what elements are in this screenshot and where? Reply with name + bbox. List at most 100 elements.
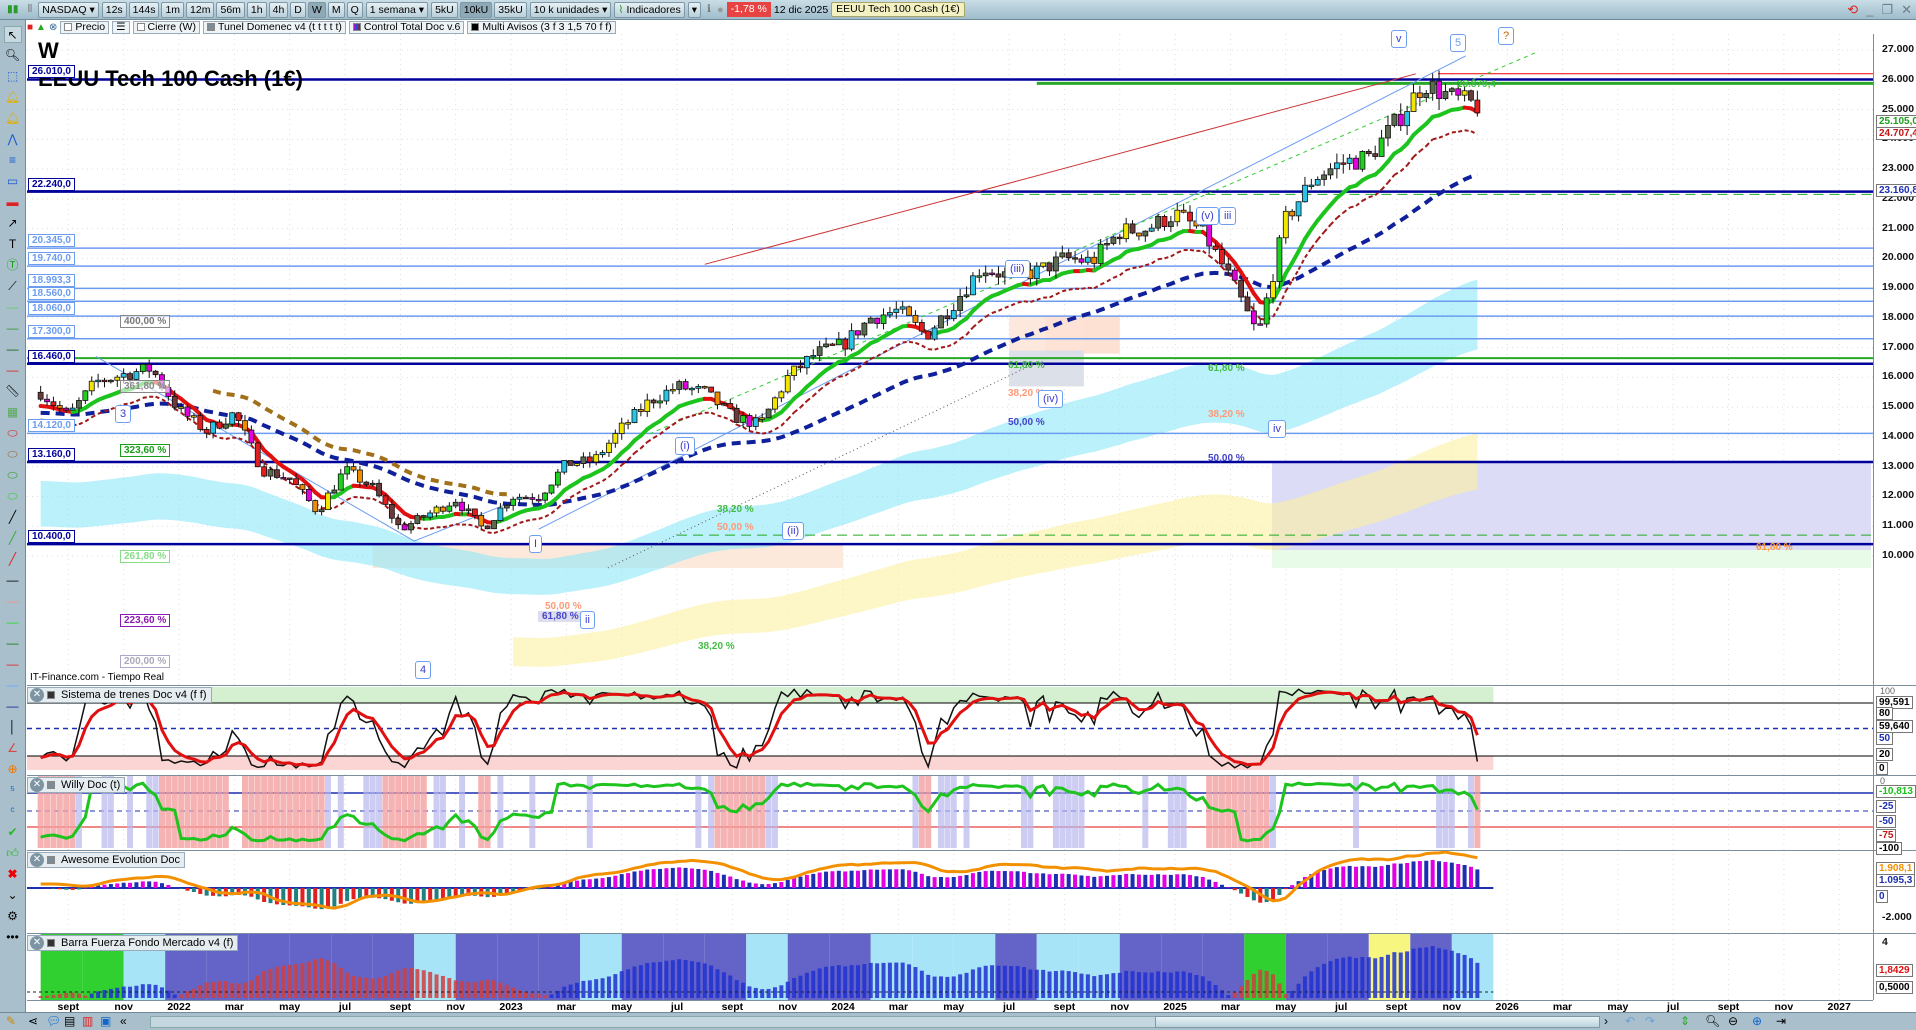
line-salmon-icon[interactable]: —	[4, 593, 22, 610]
delete-series-icon[interactable]: ■	[27, 22, 33, 33]
link-icon[interactable]: ⦀	[25, 2, 36, 18]
trendline-red-icon[interactable]: ╱	[4, 551, 22, 568]
zoom-out-icon[interactable]: ⊖	[1728, 1014, 1738, 1028]
arrow-icon[interactable]: ↗	[4, 215, 22, 232]
ellipse-brown-icon[interactable]: ⬭	[4, 446, 22, 463]
legend-price[interactable]: Precio	[60, 21, 110, 34]
line-green-icon[interactable]: —	[4, 635, 22, 652]
hline-red-icon[interactable]: —	[4, 362, 22, 379]
autoscale-icon[interactable]: ⇕	[1680, 1014, 1690, 1028]
close-panel-icon[interactable]: ✕	[30, 688, 44, 702]
expand-tools-icon[interactable]: ⌄	[4, 887, 22, 904]
report-icon[interactable]: ▤	[64, 1014, 75, 1028]
zoom-fit-icon[interactable]: 🔍︎	[1705, 1014, 1720, 1028]
indicators-dropdown[interactable]: ▾	[687, 1, 702, 18]
alert-bell-edit-icon[interactable]: 🔔︎	[4, 89, 22, 106]
delete-x-icon[interactable]: ✖	[4, 866, 22, 883]
scroll-latest-icon[interactable]: ⇥	[1776, 1014, 1786, 1028]
level-label[interactable]: 10.400,0	[28, 530, 75, 544]
ellipse-red-icon[interactable]: ⬭	[4, 425, 22, 442]
close-series-icon[interactable]: ⊗	[49, 22, 57, 33]
ellipse-green-icon[interactable]: ⬭	[4, 467, 22, 484]
text-bubble-icon[interactable]: Ⓣ	[4, 257, 22, 274]
timeframe-1m[interactable]: 1m	[161, 1, 185, 18]
close-panel-icon[interactable]: ✕	[30, 853, 44, 867]
hline-green-icon[interactable]: —	[4, 299, 22, 316]
alert-bell-icon[interactable]: 🔔︎	[4, 110, 22, 127]
level-label[interactable]: 18.560,0	[28, 287, 75, 301]
level-label[interactable]: 13.160,0	[28, 447, 75, 461]
info-icon[interactable]: ℹ	[704, 2, 714, 18]
timeframe-4h[interactable]: 4h	[268, 1, 289, 18]
close-icon[interactable]: ✕	[1901, 2, 1912, 18]
legend-control-total[interactable]: Control Total Doc v.6	[348, 21, 465, 34]
share-icon[interactable]: ⋖	[28, 1014, 38, 1028]
line-red-icon[interactable]: —	[4, 656, 22, 673]
angle-icon[interactable]: ∠	[4, 740, 22, 757]
level-label[interactable]: 14.120,0	[28, 419, 75, 433]
unit-5kU[interactable]: 5kU	[431, 1, 458, 18]
timeframe-12s[interactable]: 12s	[101, 1, 127, 18]
trendline-green-icon[interactable]: ╱	[4, 530, 22, 547]
level-label[interactable]: 18.060,0	[28, 302, 75, 316]
scroll-right-icon[interactable]: ›	[1604, 1014, 1608, 1028]
ellipse-lime-icon[interactable]: ⬭	[4, 488, 22, 505]
legend-list-icon[interactable]: ☰	[112, 21, 130, 34]
ruler-icon[interactable]: 📏︎	[4, 383, 22, 400]
units-select[interactable]: 10 k unidades ▾	[529, 1, 612, 18]
instrument-select[interactable]: NASDAQ ▾	[38, 1, 99, 18]
timeframe-Q[interactable]: Q	[346, 1, 363, 18]
zoom-in-icon[interactable]: ⊕	[1752, 1014, 1762, 1028]
timeframe-M[interactable]: M	[327, 1, 345, 18]
zoom-area-icon[interactable]: ⬚	[4, 68, 22, 85]
redo-icon[interactable]: ↷	[1645, 1014, 1655, 1028]
vline-icon[interactable]: │	[4, 719, 22, 736]
level-label[interactable]: 17.300,0	[28, 324, 75, 338]
line-navy-icon[interactable]: —	[4, 698, 22, 715]
check-icon[interactable]: ✔	[4, 824, 22, 841]
fibonacci-lines-icon[interactable]: ≡	[4, 152, 22, 169]
thumbs-up-icon[interactable]: 👍︎	[4, 845, 22, 862]
hline-green2-icon[interactable]: —	[4, 320, 22, 337]
level-label[interactable]: 16.460,0	[28, 349, 75, 363]
close-panel-icon[interactable]: ✕	[30, 936, 44, 950]
timeframe-56m[interactable]: 56m	[216, 1, 245, 18]
scrollbar-thumb[interactable]	[1155, 1016, 1600, 1028]
segment-icon[interactable]: ⟋	[4, 278, 22, 295]
line-lime-icon[interactable]: —	[4, 614, 22, 631]
legend-close[interactable]: Cierre (W)	[132, 21, 200, 34]
compare-icon[interactable]: ▥	[82, 1014, 93, 1028]
fibonacci-fan-icon[interactable]: ⋀	[4, 131, 22, 148]
level-label[interactable]: 26.010,0	[28, 65, 75, 79]
chart-canvas[interactable]	[27, 34, 1873, 1000]
pointer-icon[interactable]: ↖	[3, 26, 22, 43]
line-lightblue-icon[interactable]: —	[4, 677, 22, 694]
filled-rectangle-icon[interactable]: ▬	[4, 194, 22, 211]
close-panel-icon[interactable]: ✕	[30, 778, 44, 792]
window-icon[interactable]: ▣	[100, 1014, 111, 1028]
settings-tools-icon[interactable]: ⚙	[4, 908, 22, 925]
channel-icon[interactable]: ▦	[4, 404, 22, 421]
zoom-icon[interactable]: 🔍︎	[4, 47, 22, 64]
level-label[interactable]: 20.345,0	[28, 234, 75, 248]
chart-type-icon[interactable]: ▮▮	[4, 2, 22, 18]
timeframe-144s[interactable]: 144s	[128, 1, 160, 18]
hline-dark-icon[interactable]: —	[4, 341, 22, 358]
chat-icon[interactable]: 💬︎	[46, 1014, 61, 1028]
restore-icon[interactable]: ❐	[1881, 2, 1893, 18]
elliott-abc-icon[interactable]: ᶜ	[4, 803, 22, 820]
timeframe-12m[interactable]: 12m	[186, 1, 215, 18]
legend-tunel[interactable]: Tunel Domenec v4 (t t t t t)	[202, 21, 346, 34]
time-axis[interactable]: sept nov 2022 mar may jul sept nov 2023 mar may jul…	[27, 1000, 1873, 1013]
minimize-icon[interactable]: _	[1866, 2, 1873, 18]
text-icon[interactable]: T	[4, 236, 22, 253]
timeframe-W[interactable]: W	[307, 1, 326, 18]
more-icon[interactable]: •••	[4, 929, 22, 946]
level-label[interactable]: 19.740,0	[28, 252, 75, 266]
refresh-icon[interactable]: ⟲	[1847, 2, 1858, 18]
rectangle-icon[interactable]: ▭	[4, 173, 22, 190]
unit-35kU[interactable]: 35kU	[494, 1, 527, 18]
period-select[interactable]: 1 semana ▾	[365, 1, 429, 18]
legend-multi-avisos[interactable]: Multi Avisos (3 f 3 1,5 70 f f)	[467, 21, 616, 34]
move-up-icon[interactable]: ▲	[36, 22, 46, 33]
